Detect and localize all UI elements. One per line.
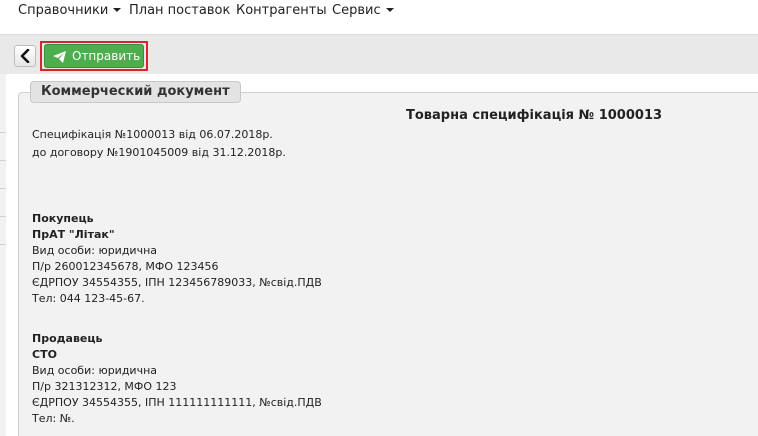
buyer-person-type: Вид особи: юридична [32, 244, 158, 257]
menu-counterparties-label: Контрагенты [236, 3, 327, 18]
back-button[interactable] [14, 45, 36, 67]
menu-counterparties[interactable]: Контрагенты [236, 3, 327, 18]
seller-heading: Продавець [32, 332, 103, 345]
menu-supply-plan[interactable]: План поставок [129, 3, 230, 18]
send-button[interactable]: Отправить [44, 44, 144, 68]
menu-supply-plan-label: План поставок [129, 3, 231, 18]
send-button-label: Отправить [72, 49, 141, 63]
paper-plane-icon [53, 51, 66, 63]
buyer-account: П/р 260012345678, МФО 123456 [32, 260, 219, 273]
menu-directories[interactable]: Справочники [18, 3, 122, 18]
menu-service[interactable]: Сервис [332, 3, 394, 18]
sidebar-divider [0, 160, 6, 161]
panel-legend: Коммерческий документ [30, 81, 241, 103]
caret-down-icon [113, 7, 122, 12]
buyer-codes: ЄДРПОУ 34554355, ІПН 123456789033, №свід… [32, 276, 322, 289]
sidebar-divider [0, 244, 6, 245]
chevron-left-icon [20, 49, 30, 63]
menu-directories-label: Справочники [18, 3, 109, 18]
contract-line: до договору №1901045009 від 31.12.2018р. [32, 146, 286, 159]
seller-name: СТО [32, 348, 57, 361]
spec-line: Специфікація №1000013 від 06.07.2018р. [32, 128, 273, 141]
caret-down-icon [385, 7, 394, 12]
left-sidebar-edge [0, 74, 6, 436]
toolbar: Отправить [0, 34, 758, 74]
seller-codes: ЄДРПОУ 34554355, ІПН 111111111111, №свід… [32, 396, 322, 409]
menu-service-label: Сервис [332, 3, 381, 18]
buyer-phone: Тел: 044 123-45-67. [32, 292, 145, 305]
sidebar-divider [0, 188, 6, 189]
seller-account: П/р 321312312, МФО 123 [32, 380, 177, 393]
buyer-name: ПрАТ "Літак" [32, 228, 115, 241]
buyer-heading: Покупець [32, 212, 94, 225]
sidebar-divider [0, 216, 6, 217]
sidebar-divider [0, 132, 6, 133]
document-title: Товарна специфікація № 1000013 [406, 108, 663, 123]
seller-phone: Тел: №. [32, 412, 75, 425]
seller-person-type: Вид особи: юридична [32, 364, 158, 377]
top-menu: Справочники План поставок Контрагенты Се… [0, 0, 758, 24]
